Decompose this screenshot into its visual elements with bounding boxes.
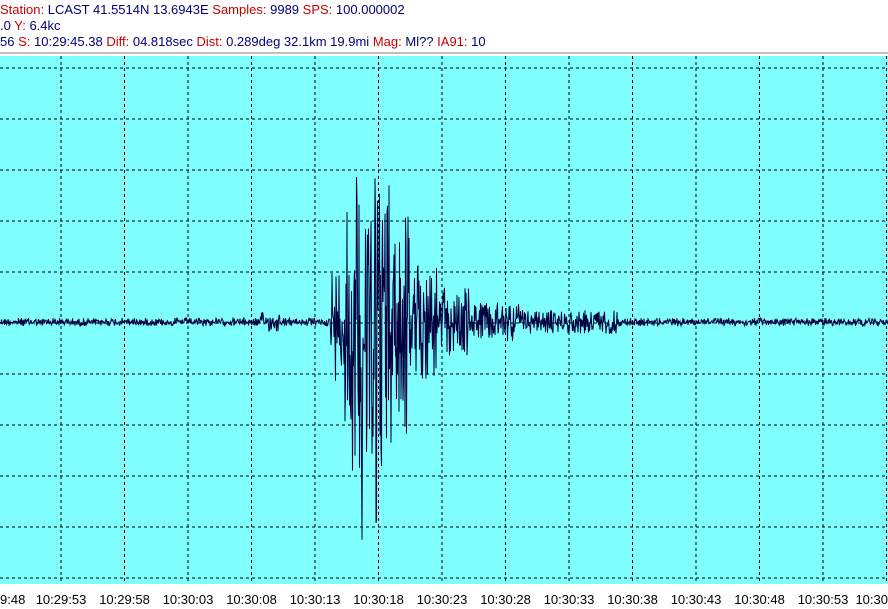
time-tick-label: 10:29:53	[35, 592, 87, 607]
pick-info-line: 56 S: 10:29:45.38 Diff: 04.818sec Dist: …	[0, 34, 486, 50]
time-tick-label: 10:30:23	[416, 592, 468, 607]
event-info-header: Station: LCAST 41.5514N 13.6943E Samples…	[0, 0, 888, 52]
seismogram-svg	[0, 56, 888, 584]
x-scale-value: .0	[0, 18, 11, 33]
time-tick-label: 9:48	[0, 592, 26, 607]
station-info-line: Station: LCAST 41.5514N 13.6943E Samples…	[0, 2, 405, 18]
time-axis: 9:48 10:29:53 10:29:58 10:30:03 10:30:08 10:3…	[0, 584, 888, 609]
time-tick-label: 10:30:13	[289, 592, 341, 607]
time-tick-label: 10:30	[855, 592, 888, 607]
ia-value: 10	[471, 34, 486, 49]
diff-label: Diff:	[106, 34, 130, 49]
mag-label: Mag:	[372, 34, 402, 49]
samples-label: Samples:	[212, 2, 267, 17]
p-time-partial: 56	[0, 34, 15, 49]
diff-value: 04.818sec	[132, 34, 193, 49]
mag-value: Ml??	[405, 34, 434, 49]
dist-label: Dist:	[196, 34, 223, 49]
time-tick-label: 10:30:08	[226, 592, 277, 607]
samples-value: 9989	[270, 2, 300, 17]
sps-value: 100.000002	[335, 2, 405, 17]
seismogram-plot[interactable]	[0, 56, 888, 584]
time-tick-label: 10:30:38	[607, 592, 658, 607]
time-tick-label: 10:30:33	[543, 592, 595, 607]
station-value: LCAST 41.5514N 13.6943E	[47, 2, 209, 17]
time-tick-label: 10:30:28	[480, 592, 531, 607]
s-value: 10:29:45.38	[34, 34, 103, 49]
seismic-trace	[0, 176, 888, 540]
time-tick-label: 10:29:58	[99, 592, 150, 607]
y-value: 6.4kc	[29, 18, 61, 33]
scale-info-line: .0 Y: 6.4kc	[0, 18, 61, 34]
y-label: Y:	[14, 18, 26, 33]
dist-value: 0.289deg 32.1km 19.9mi	[226, 34, 370, 49]
sps-label: SPS:	[302, 2, 333, 17]
time-tick-label: 10:30:48	[734, 592, 785, 607]
time-tick-label: 10:30:03	[162, 592, 214, 607]
station-label: Station:	[0, 2, 45, 17]
s-label: S:	[18, 34, 31, 49]
time-tick-label: 10:30:53	[797, 592, 849, 607]
time-tick-label: 10:30:18	[353, 592, 404, 607]
ia-label: IA91:	[437, 34, 468, 49]
header-separator	[0, 52, 888, 54]
time-tick-label: 10:30:43	[670, 592, 722, 607]
